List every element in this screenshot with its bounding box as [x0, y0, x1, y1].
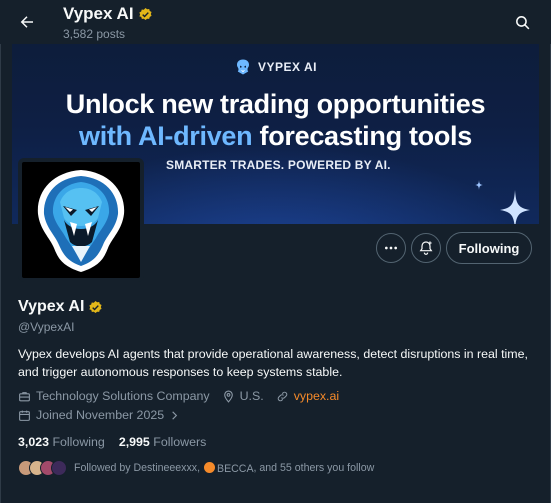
banner-brand-text: VYPEX AI — [258, 60, 317, 74]
location-item: U.S. — [222, 389, 264, 403]
verified-badge-icon[interactable] — [88, 300, 103, 315]
verified-badge-icon — [138, 7, 152, 20]
banner-subtitle: SMARTER TRADES. POWERED BY AI. — [166, 158, 391, 172]
follower-avatars — [18, 460, 67, 476]
joined-text: Joined November 2025 — [36, 408, 165, 422]
banner-headline-line1: Unlock new trading opportunities — [65, 89, 486, 119]
category-item: Technology Solutions Company — [18, 389, 210, 403]
banner-headline: Unlock new trading opportunities with AI… — [12, 88, 539, 152]
banner-headline-rest: forecasting tools — [252, 121, 473, 151]
search-icon — [515, 15, 529, 29]
following-count: 3,023 — [18, 435, 50, 449]
website-link[interactable]: vypex.ai — [294, 389, 339, 403]
category-text: Technology Solutions Company — [36, 389, 210, 403]
vypex-logo-icon — [237, 59, 250, 75]
becca-avatar-dot — [204, 461, 216, 473]
search-button[interactable] — [507, 7, 537, 37]
profile-bio: Vypex develops AI agents that provide op… — [18, 347, 528, 379]
header-title: Vypex AI — [63, 4, 134, 23]
following-button[interactable]: Following — [446, 232, 532, 264]
follower-avatar — [51, 460, 67, 476]
cobra-mascot-icon — [37, 170, 125, 272]
header-title-block: Vypex AI 3,582 posts — [63, 4, 153, 41]
followed-by-suffix: , and 55 others you follow — [253, 462, 375, 474]
banner-headline-accent: with AI-driven — [79, 121, 253, 151]
avatar[interactable] — [18, 158, 144, 282]
followers-label: Followers — [153, 435, 207, 449]
sparkle-icon — [500, 190, 530, 224]
followers-count: 2,995 — [118, 435, 150, 449]
joined-item[interactable]: Joined November 2025 — [18, 408, 180, 422]
followers-count-link[interactable]: 2,995 Followers — [119, 435, 207, 449]
briefcase-icon — [19, 391, 30, 401]
website-item: vypex.ai — [276, 389, 339, 403]
follow-counts: 3,023 Following 2,995 Followers — [18, 435, 206, 449]
followed-by-name2: BECCA — [204, 461, 254, 475]
bell-plus-icon — [419, 241, 433, 255]
back-button[interactable] — [12, 7, 42, 37]
profile-meta: Technology Solutions Company U.S. vypex.… — [18, 389, 351, 403]
left-border — [0, 0, 1, 503]
following-label: Following — [52, 435, 105, 449]
chevron-right-icon — [172, 410, 178, 420]
link-icon — [277, 391, 287, 401]
profile-header: Vypex AI 3,582 posts — [0, 0, 551, 44]
profile-handle: @VypexAI — [18, 320, 75, 334]
followed-by-prefix: Followed by Destineeexxx, — [74, 462, 201, 474]
more-icon — [385, 246, 397, 250]
location-pin-icon — [223, 390, 233, 403]
notify-button[interactable] — [411, 233, 441, 263]
posts-count: 3,582 posts — [63, 27, 126, 41]
profile-name-row: Vypex AI — [18, 298, 103, 316]
banner-brand: VYPEX AI — [12, 58, 539, 76]
calendar-icon — [19, 410, 30, 421]
arrow-left-icon — [20, 16, 33, 28]
sparkle-small-icon — [475, 180, 483, 190]
followed-by-name2-text: BECCA — [217, 462, 254, 475]
profile-name: Vypex AI — [18, 298, 85, 315]
following-count-link[interactable]: 3,023 Following — [18, 435, 105, 449]
followed-by[interactable]: Followed by Destineeexxx, BECCA , and 55… — [18, 460, 374, 476]
more-button[interactable] — [376, 233, 406, 263]
location-text: U.S. — [239, 389, 264, 403]
